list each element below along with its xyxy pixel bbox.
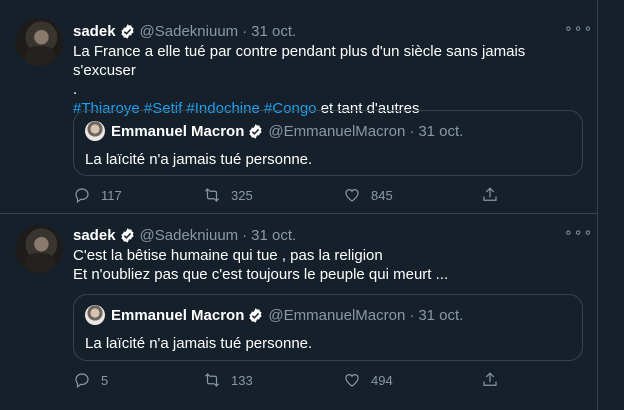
author-handle[interactable]: @Sadekniuum: [140, 227, 239, 244]
author-handle[interactable]: @Sadekniuum: [140, 23, 239, 40]
tweet-header: sadek @Sadekniuum · 31 oct.: [73, 225, 296, 245]
like-icon: [345, 374, 359, 387]
tweet-date[interactable]: 31 oct.: [251, 23, 296, 40]
verified-badge-icon: [249, 307, 262, 323]
like-button[interactable]: 845: [343, 186, 393, 204]
retweet-button[interactable]: 133: [203, 371, 253, 389]
more-icon[interactable]: ∘∘∘: [564, 225, 592, 246]
verified-badge-icon: [121, 23, 134, 39]
share-icon: [483, 372, 497, 386]
separator-dot: ·: [242, 226, 248, 244]
quoted-tweet[interactable]: Emmanuel Macron @EmmanuelMacron · 31 oct…: [73, 110, 583, 176]
share-button[interactable]: [481, 371, 509, 389]
author-avatar[interactable]: [15, 18, 63, 66]
reply-icon: [75, 188, 89, 203]
share-icon: [483, 187, 497, 201]
retweet-icon: [204, 188, 220, 202]
reply-button[interactable]: 5: [73, 371, 108, 389]
quote-header: Emmanuel Macron @EmmanuelMacron · 31 oct…: [85, 305, 463, 325]
quote-author-handle: @EmmanuelMacron: [268, 306, 406, 324]
quote-author-avatar: [85, 121, 105, 141]
quote-author-name: Emmanuel Macron: [111, 122, 245, 140]
retweet-count: 133: [231, 372, 253, 388]
verified-badge-icon: [121, 227, 134, 243]
more-icon[interactable]: ∘∘∘: [564, 21, 592, 42]
reply-button[interactable]: 117: [73, 186, 122, 204]
tweet-text: C'est la bêtise humaine qui tue , pas la…: [73, 246, 583, 284]
separator-dot: ·: [242, 22, 248, 40]
retweet-icon: [204, 373, 220, 387]
reply-icon: [75, 373, 89, 388]
verified-badge-icon: [249, 123, 262, 139]
quote-author-handle: @EmmanuelMacron: [268, 122, 406, 140]
quote-header: Emmanuel Macron @EmmanuelMacron · 31 oct…: [85, 121, 463, 141]
tweet[interactable]: sadek @Sadekniuum · 31 oct. ∘∘∘ La Franc…: [0, 0, 598, 214]
quote-author-name: Emmanuel Macron: [111, 306, 245, 324]
tweet-text-line: La France a elle tué par contre pendant …: [73, 43, 526, 79]
retweet-button[interactable]: 325: [203, 186, 253, 204]
tweet-text-line: C'est la bêtise humaine qui tue , pas la…: [73, 247, 383, 264]
tweet[interactable]: sadek @Sadekniuum · 31 oct. ∘∘∘ C'est la…: [0, 214, 598, 410]
reply-count: 117: [101, 187, 122, 203]
quote-author-avatar: [85, 305, 105, 325]
tweet-text: La France a elle tué par contre pendant …: [73, 42, 583, 118]
quoted-tweet[interactable]: Emmanuel Macron @EmmanuelMacron · 31 oct…: [73, 294, 583, 361]
author-name[interactable]: sadek: [73, 227, 116, 244]
like-button[interactable]: 494: [343, 371, 393, 389]
scrollbar[interactable]: [606, 0, 624, 410]
tweet-text-line: .: [73, 81, 78, 98]
author-name[interactable]: sadek: [73, 23, 116, 40]
tweet-actions: 117 325 845: [73, 186, 513, 206]
like-icon: [345, 189, 359, 202]
like-count: 845: [371, 187, 393, 203]
separator-dot: ·: [409, 122, 415, 140]
tweet-actions: 5 133 494: [73, 371, 513, 391]
quote-text: La laïcité n'a jamais tué personne.: [85, 335, 313, 352]
author-avatar[interactable]: [15, 225, 63, 273]
separator-dot: ·: [409, 306, 415, 324]
tweet-header: sadek @Sadekniuum · 31 oct.: [73, 21, 296, 41]
share-button[interactable]: [481, 186, 509, 204]
like-count: 494: [371, 372, 393, 388]
reply-count: 5: [101, 372, 109, 388]
quote-text: La laïcité n'a jamais tué personne.: [85, 151, 313, 168]
timeline-feed: sadek @Sadekniuum · 31 oct. ∘∘∘ La Franc…: [0, 0, 598, 410]
tweet-date[interactable]: 31 oct.: [251, 227, 296, 244]
quote-date: 31 oct.: [418, 122, 464, 140]
retweet-count: 325: [231, 187, 253, 203]
tweet-text-line: Et n'oubliez pas que c'est toujours le p…: [73, 266, 449, 283]
quote-date: 31 oct.: [418, 306, 464, 324]
